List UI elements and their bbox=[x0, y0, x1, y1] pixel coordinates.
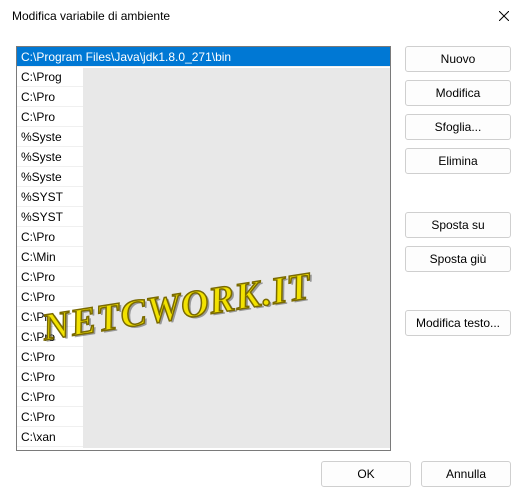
list-item[interactable]: C:\Pro bbox=[17, 107, 390, 127]
ok-button[interactable]: OK bbox=[321, 461, 411, 487]
button-sidebar: Nuovo Modifica Sfoglia... Elimina Sposta… bbox=[405, 46, 511, 451]
list-item[interactable]: C:\Program Files\Java\jdk1.8.0_271\bin bbox=[17, 47, 390, 67]
list-item[interactable]: C:\Pro bbox=[17, 87, 390, 107]
list-item[interactable]: %Syste bbox=[17, 127, 390, 147]
window-title: Modifica variabile di ambiente bbox=[12, 9, 170, 23]
delete-button[interactable]: Elimina bbox=[405, 148, 511, 174]
list-item[interactable]: C:\xan bbox=[17, 427, 390, 447]
edit-button[interactable]: Modifica bbox=[405, 80, 511, 106]
list-item[interactable]: %SYST bbox=[17, 187, 390, 207]
list-item[interactable]: C:\Pro bbox=[17, 347, 390, 367]
list-item[interactable]: %Syste bbox=[17, 167, 390, 187]
list-item[interactable]: C:\Pro bbox=[17, 407, 390, 427]
list-item[interactable]: C:\Pro bbox=[17, 267, 390, 287]
new-button[interactable]: Nuovo bbox=[405, 46, 511, 72]
list-item[interactable]: C:\Pro bbox=[17, 307, 390, 327]
dialog-footer: OK Annulla bbox=[321, 461, 511, 487]
list-item[interactable]: C:\Pro bbox=[17, 287, 390, 307]
move-down-button[interactable]: Sposta giù bbox=[405, 246, 511, 272]
list-item[interactable]: C:\Pro bbox=[17, 227, 390, 247]
list-item[interactable]: %Syste bbox=[17, 147, 390, 167]
list-item[interactable]: %SYST bbox=[17, 207, 390, 227]
list-item[interactable]: C:\Pro bbox=[17, 327, 390, 347]
cancel-button[interactable]: Annulla bbox=[421, 461, 511, 487]
browse-button[interactable]: Sfoglia... bbox=[405, 114, 511, 140]
edit-text-button[interactable]: Modifica testo... bbox=[405, 310, 511, 336]
list-item[interactable]: C:\Pro bbox=[17, 387, 390, 407]
dialog-content: C:\Program Files\Java\jdk1.8.0_271\binC:… bbox=[0, 32, 527, 501]
list-item[interactable]: C:\Min bbox=[17, 247, 390, 267]
close-icon bbox=[499, 11, 509, 21]
titlebar: Modifica variabile di ambiente bbox=[0, 0, 527, 32]
list-item[interactable]: C:\Pro bbox=[17, 367, 390, 387]
path-listbox[interactable]: C:\Program Files\Java\jdk1.8.0_271\binC:… bbox=[16, 46, 391, 451]
list-item[interactable]: C:\Prog bbox=[17, 67, 390, 87]
close-button[interactable] bbox=[481, 0, 527, 32]
move-up-button[interactable]: Sposta su bbox=[405, 212, 511, 238]
